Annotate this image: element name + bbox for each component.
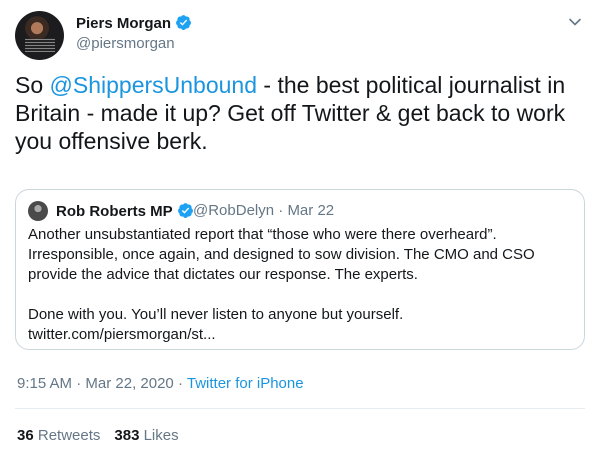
quoted-paragraph-2: Done with you. You’ll never listen to an… [28, 305, 573, 345]
meta-separator: · [76, 375, 82, 392]
tweet-text: So @ShippersUnbound - the best political… [15, 71, 587, 155]
retweets-label: Retweets [37, 427, 101, 444]
tweet-text-line-3: you offensive berk. [15, 128, 208, 154]
quoted-line: Irresponsible, once again, and designed … [28, 246, 535, 263]
likes-count: 383 [114, 427, 140, 444]
tweet-text-line1-rest: - the best political journalist in [257, 72, 566, 98]
verified-badge-icon [176, 15, 191, 30]
tweet-meta: 9:15 AM · Mar 22, 2020 · Twitter for iPh… [17, 375, 304, 393]
quoted-separator: · [278, 202, 284, 219]
tweet-time[interactable]: 9:15 AM [17, 375, 72, 392]
tweet-text-line-1: So @ShippersUnbound - the best political… [15, 71, 587, 99]
likes-label: Likes [143, 427, 179, 444]
retweets-stat[interactable]: 36 Retweets [17, 427, 100, 444]
quoted-link[interactable]: twitter.com/piersmorgan/st... [28, 326, 216, 343]
tweet-date[interactable]: Mar 22, 2020 [85, 375, 173, 392]
quoted-line: provide the advice that dictates our res… [28, 266, 418, 283]
author-handle[interactable]: @piersmorgan [76, 35, 175, 53]
quoted-tweet[interactable]: Rob Roberts MP @RobDelyn · Mar 22 Anothe… [15, 189, 585, 350]
verified-badge-icon [177, 203, 193, 218]
quoted-author-handle-and-date: @RobDelyn · Mar 22 [193, 202, 334, 220]
mention-link[interactable]: @ShippersUnbound [50, 72, 257, 98]
tweet-text-line-2: Britain - made it up? Get off Twitter & … [15, 100, 566, 126]
quoted-author-handle[interactable]: @RobDelyn [193, 202, 274, 219]
quoted-text: Another unsubstantiated report that “tho… [28, 225, 573, 345]
retweets-count: 36 [17, 427, 34, 444]
quoted-line: Another unsubstantiated report that “tho… [28, 226, 497, 243]
meta-separator: · [177, 375, 183, 392]
quoted-line: Done with you. You’ll never listen to an… [28, 306, 404, 323]
tweet-stats: 36 Retweets 383 Likes [17, 427, 179, 445]
author-name[interactable]: Piers Morgan [76, 14, 192, 33]
author-avatar[interactable] [15, 11, 64, 60]
quoted-author-name[interactable]: Rob Roberts MP [56, 202, 194, 221]
likes-stat[interactable]: 383 Likes [114, 427, 178, 444]
tweet-card: Piers Morgan @piersmorgan So @ShippersUn… [0, 0, 599, 461]
author-name-text[interactable]: Piers Morgan [76, 15, 171, 32]
quoted-author-name-text[interactable]: Rob Roberts MP [56, 203, 173, 220]
quoted-date[interactable]: Mar 22 [287, 202, 334, 219]
quoted-author-avatar[interactable] [28, 201, 48, 221]
tweet-source-link[interactable]: Twitter for iPhone [187, 375, 304, 392]
tweet-text-prefix: So [15, 72, 50, 98]
quoted-paragraph-1: Another unsubstantiated report that “tho… [28, 225, 573, 285]
chevron-down-icon[interactable] [568, 15, 582, 29]
divider [15, 408, 585, 409]
